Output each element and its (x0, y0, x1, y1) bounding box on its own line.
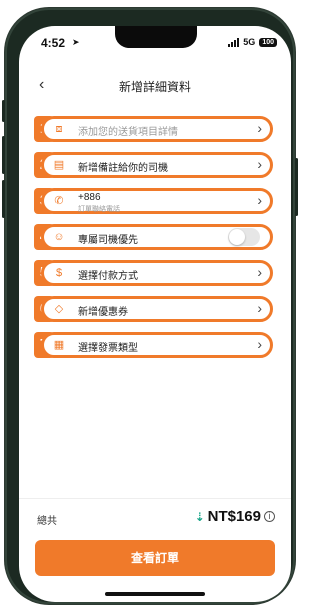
chevron-right-icon: › (257, 156, 262, 172)
driver-note-label: 新增備註給你的司機 (78, 163, 168, 174)
coupon-row[interactable]: ◇ 新增優惠券 › (41, 296, 273, 322)
screen: 4:52 ➤ 5G 100 ‹ 新增詳細資料 1 ⧈ 添加您的送貨項目詳情 › … (19, 26, 291, 602)
total-label: 總共 (37, 516, 57, 527)
note-icon: ▤ (53, 159, 65, 171)
home-indicator (105, 592, 205, 596)
location-icon: ➤ (72, 37, 80, 47)
view-order-button[interactable]: 查看訂單 (35, 540, 275, 576)
delivery-details-label: 添加您的送貨項目詳情 (78, 127, 178, 138)
footer-divider (19, 498, 291, 499)
signal-icon (228, 37, 240, 47)
preferred-driver-label: 專屬司機優先 (78, 235, 138, 246)
payment-method-row[interactable]: $ 選擇付款方式 › (41, 260, 273, 286)
toggle-knob (229, 229, 245, 245)
price-trend-icon: ⇣ (194, 509, 205, 524)
driver-note-row[interactable]: ▤ 新增備註給你的司機 › (41, 152, 273, 178)
payment-method-label: 選擇付款方式 (78, 271, 138, 282)
network-type: 5G (243, 37, 256, 47)
volume-down-button (2, 180, 5, 218)
volume-up-button (2, 136, 5, 174)
chevron-right-icon: › (257, 300, 262, 316)
invoice-type-row[interactable]: ▦ 選擇發票類型 › (41, 332, 273, 358)
status-time: 4:52 (41, 36, 66, 50)
power-button (295, 158, 298, 216)
battery-icon: 100 (259, 37, 277, 47)
contact-phone-row[interactable]: ✆ +886 訂單聯絡電話 › (41, 188, 273, 214)
phone-frame: 4:52 ➤ 5G 100 ‹ 新增詳細資料 1 ⧈ 添加您的送貨項目詳情 › … (2, 8, 298, 604)
info-icon[interactable]: i (264, 511, 275, 522)
phone-icon: ✆ (54, 195, 64, 207)
chevron-right-icon: › (257, 336, 262, 352)
preferred-driver-row: ☺ 專屬司機優先 (41, 224, 273, 250)
delivery-details-row[interactable]: ⧈ 添加您的送貨項目詳情 › (41, 116, 273, 142)
page-title: 新增詳細資料 (118, 80, 191, 94)
phone-hint: 訂單聯絡電話 (78, 206, 120, 213)
driver-icon: ☺ (53, 231, 65, 243)
silent-switch (2, 100, 5, 122)
invoice-type-label: 選擇發票類型 (78, 343, 138, 354)
payment-icon: $ (55, 267, 63, 279)
phone-country-code: +886 (78, 192, 101, 203)
invoice-icon: ▦ (53, 339, 65, 351)
price-value: NT$169 (207, 508, 261, 525)
total-price: ⇣ NT$169 i (195, 508, 275, 525)
box-icon: ⧈ (55, 123, 63, 135)
chevron-right-icon: › (257, 192, 262, 208)
status-right: 5G 100 (228, 37, 277, 47)
chevron-right-icon: › (257, 120, 262, 136)
coupon-icon: ◇ (54, 303, 64, 315)
coupon-label: 新增優惠券 (78, 307, 128, 318)
page-header: ‹ 新增詳細資料 (19, 74, 291, 98)
chevron-right-icon: › (257, 264, 262, 280)
status-bar: 4:52 ➤ 5G 100 (19, 26, 291, 56)
preferred-driver-toggle[interactable] (228, 228, 260, 246)
